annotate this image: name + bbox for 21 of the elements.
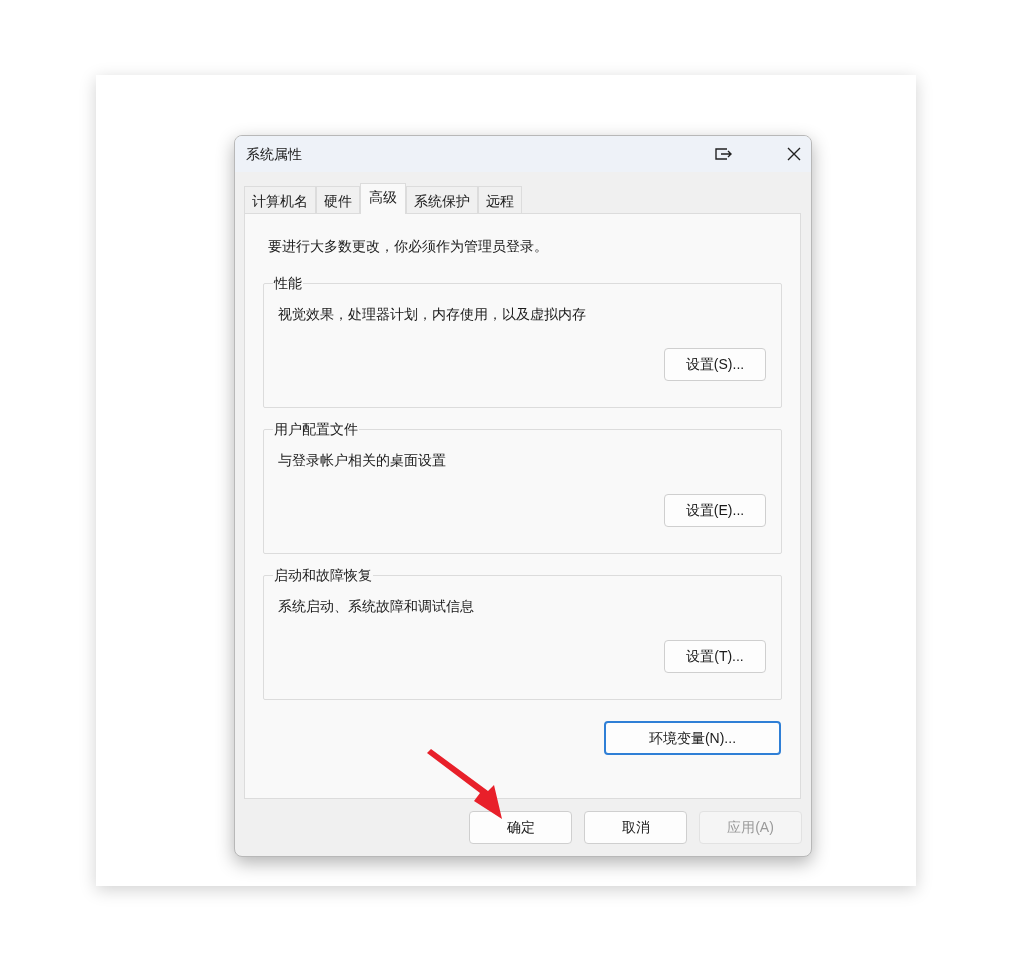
dialog-button[interactable]: 取消 [584, 811, 687, 844]
settings-button[interactable]: 设置(E)... [664, 494, 766, 527]
tab[interactable]: 计算机名 [244, 186, 316, 213]
tab[interactable]: 硬件 [316, 186, 360, 213]
tab[interactable]: 系统保护 [406, 186, 478, 213]
settings-button[interactable]: 设置(S)... [664, 348, 766, 381]
settings-button[interactable]: 设置(T)... [664, 640, 766, 673]
group-title: 性能 [273, 273, 303, 293]
group-description: 与登录帐户相关的桌面设置 [278, 451, 447, 470]
notice-text: 要进行大多数更改，你必须作为管理员登录。 [268, 237, 549, 256]
group-title: 用户配置文件 [273, 419, 359, 439]
group-description: 视觉效果，处理器计划，内存使用，以及虚拟内存 [278, 305, 587, 324]
group-description: 系统启动、系统故障和调试信息 [278, 597, 475, 616]
tab[interactable]: 远程 [478, 186, 522, 213]
close-icon[interactable] [787, 147, 801, 161]
environment-variables-button[interactable]: 环境变量(N)... [604, 721, 781, 755]
dialog-button[interactable]: 确定 [469, 811, 572, 844]
tab[interactable]: 高级 [360, 183, 406, 214]
exit-icon[interactable] [715, 148, 733, 160]
group-title: 启动和故障恢复 [273, 565, 373, 585]
window-title: 系统属性 [246, 144, 302, 164]
